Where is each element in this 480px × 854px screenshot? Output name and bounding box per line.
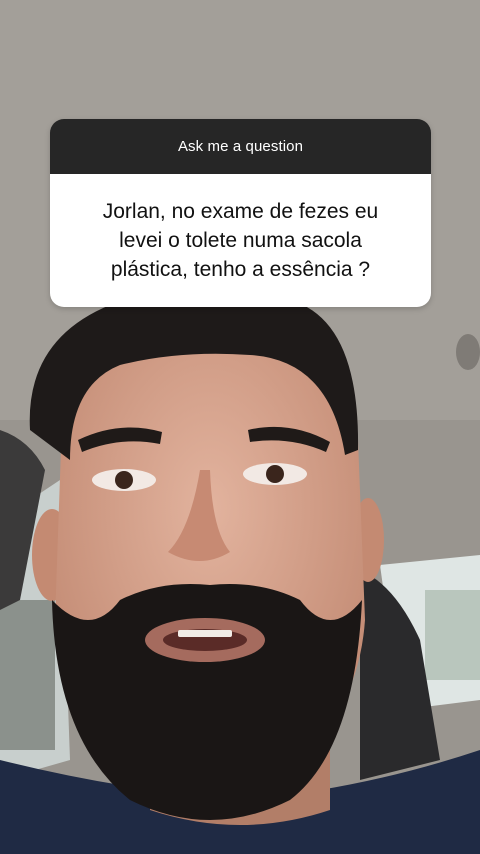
story-viewer[interactable]: Ask me a question Jorlan, no exame de fe… — [0, 0, 480, 854]
question-sticker-body: Jorlan, no exame de fezes eu levei o tol… — [50, 174, 431, 307]
question-text: Jorlan, no exame de fezes eu levei o tol… — [102, 200, 379, 281]
question-sticker-header-label: Ask me a question — [177, 138, 304, 155]
question-sticker-header: Ask me a question — [50, 119, 431, 174]
question-sticker[interactable]: Ask me a question Jorlan, no exame de fe… — [50, 119, 431, 307]
